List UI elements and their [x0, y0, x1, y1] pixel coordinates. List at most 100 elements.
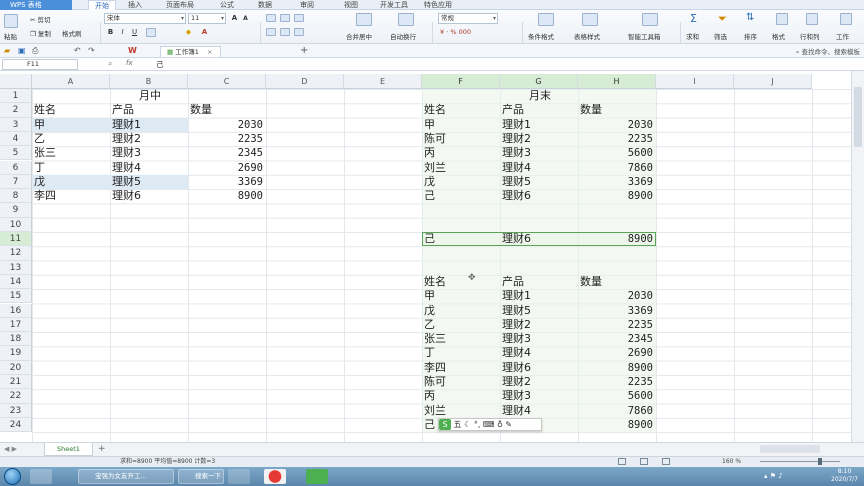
table-cell[interactable]: 8900	[580, 189, 656, 203]
menu-tab-6[interactable]: 视图	[344, 0, 358, 10]
taskbar-item-search[interactable]: 搜索一下	[178, 469, 224, 484]
table-cell[interactable]: 2690	[580, 346, 656, 360]
page-break-icon[interactable]	[662, 458, 670, 465]
wps-taskbar-icon[interactable]	[306, 469, 328, 484]
print-icon[interactable]: ⎙	[32, 46, 38, 56]
format-button[interactable]: 格式	[772, 31, 785, 41]
align-right-icon[interactable]	[294, 28, 304, 36]
table-cell[interactable]: 2235	[190, 132, 266, 146]
search-input[interactable]: 查找命令、搜索模板	[802, 48, 861, 56]
cut-button[interactable]: ✂ 剪切	[30, 14, 51, 24]
select-all-corner[interactable]	[0, 74, 32, 89]
smart-toolbox-icon[interactable]	[642, 13, 658, 26]
moon-icon[interactable]: ☾	[464, 420, 471, 429]
table-cell[interactable]: 陈可	[424, 375, 500, 389]
table-cell[interactable]: 丙	[424, 389, 500, 403]
table-cell[interactable]: 2690	[190, 161, 266, 175]
table-cell[interactable]: 3369	[190, 175, 266, 189]
row-header-13[interactable]: 13	[0, 260, 32, 275]
format-painter-button[interactable]: 格式刷	[62, 28, 82, 38]
workbook-tab[interactable]: ▦ 工作簿1 ×	[160, 46, 222, 57]
keyboard-icon[interactable]: ⌨	[483, 420, 495, 429]
menu-tab-5[interactable]: 审阅	[300, 0, 314, 10]
punctuation-icon[interactable]: °,	[474, 420, 481, 429]
table-cell[interactable]: 2030	[190, 118, 266, 132]
row-header-19[interactable]: 19	[0, 346, 32, 361]
table-cell[interactable]: 丙	[424, 146, 500, 160]
table-title[interactable]: 月末	[502, 89, 578, 103]
column-label[interactable]: 姓名	[424, 103, 500, 117]
filter-icon[interactable]: ⏷	[718, 12, 727, 26]
table-cell[interactable]: 理财2	[502, 132, 578, 146]
microphone-icon[interactable]: ♁	[497, 420, 503, 429]
row-header-9[interactable]: 9	[0, 203, 32, 218]
table-cell[interactable]: 乙	[424, 318, 500, 332]
column-label[interactable]: 姓名	[34, 103, 110, 117]
row-header-1[interactable]: 1	[0, 89, 32, 104]
menu-tab-3[interactable]: 公式	[220, 0, 234, 10]
table-cell[interactable]: 理财4	[112, 161, 188, 175]
zoom-slider-handle[interactable]	[818, 458, 822, 465]
row-header-22[interactable]: 22	[0, 389, 32, 404]
table-cell[interactable]: 戊	[424, 175, 500, 189]
column-label[interactable]: 姓名	[424, 275, 500, 289]
column-label[interactable]: 产品	[502, 275, 578, 289]
record-taskbar-icon[interactable]	[264, 469, 286, 484]
table-style-button[interactable]: 表格样式	[574, 31, 600, 41]
page-layout-icon[interactable]	[640, 458, 648, 465]
font-size-select[interactable]: 11	[188, 13, 226, 24]
row-header-23[interactable]: 23	[0, 403, 32, 418]
wps-app-menu-button[interactable]: WPS 表格	[0, 0, 72, 10]
align-middle-icon[interactable]	[280, 14, 290, 22]
table-cell[interactable]: 理财6	[502, 361, 578, 375]
border-icon[interactable]	[146, 28, 156, 37]
zoom-search-icon[interactable]: ⌕	[108, 59, 112, 69]
table-cell[interactable]: 理财3	[502, 389, 578, 403]
column-header-h[interactable]: H	[578, 74, 656, 89]
row-header-3[interactable]: 3	[0, 117, 32, 132]
row-header-24[interactable]: 24	[0, 417, 32, 433]
table-cell[interactable]: 2030	[580, 289, 656, 303]
merge-center-icon[interactable]	[356, 13, 372, 26]
column-label[interactable]: 数量	[580, 275, 656, 289]
column-label[interactable]: 数量	[580, 103, 656, 117]
table-cell[interactable]: 2030	[580, 118, 656, 132]
underline-button[interactable]: U	[130, 28, 139, 37]
scrollbar-thumb[interactable]	[854, 87, 862, 147]
table-cell[interactable]: 刘兰	[424, 161, 500, 175]
start-button[interactable]	[4, 468, 21, 485]
table-cell[interactable]: 3369	[580, 304, 656, 318]
table-cell[interactable]: 5600	[580, 146, 656, 160]
number-format-select[interactable]: 常规	[438, 13, 498, 24]
table-cell[interactable]: 理财2	[502, 318, 578, 332]
table-cell[interactable]: 丁	[34, 161, 110, 175]
normal-view-icon[interactable]	[618, 458, 626, 465]
align-center-icon[interactable]	[280, 28, 290, 36]
column-header-f[interactable]: F	[422, 74, 500, 89]
table-cell[interactable]: 戊	[34, 175, 110, 189]
table-cell[interactable]: 理财4	[502, 161, 578, 175]
table-cell[interactable]: 理财5	[112, 175, 188, 189]
menu-tab-7[interactable]: 开发工具	[380, 0, 408, 10]
row-header-10[interactable]: 10	[0, 217, 32, 232]
table-cell[interactable]: 理财3	[502, 146, 578, 160]
app-taskbar-icon[interactable]	[228, 469, 250, 484]
table-cell[interactable]: 理财5	[502, 175, 578, 189]
sort-button[interactable]: 排序	[744, 31, 757, 41]
bold-button[interactable]: B	[106, 28, 115, 37]
row-header-7[interactable]: 7	[0, 174, 32, 190]
zoom-slider[interactable]	[760, 461, 840, 462]
shrink-font-button[interactable]: A	[241, 14, 250, 23]
table-cell[interactable]: 刘兰	[424, 404, 500, 418]
vertical-scrollbar[interactable]	[851, 71, 864, 442]
column-label[interactable]: 数量	[190, 103, 266, 117]
table-style-icon[interactable]	[582, 13, 598, 26]
paste-icon[interactable]	[4, 14, 18, 28]
table-cell[interactable]: 李四	[34, 189, 110, 203]
worksheet-button[interactable]: 工作	[836, 31, 849, 41]
table-cell[interactable]: 张三	[424, 332, 500, 346]
undo-icon[interactable]: ↶	[74, 46, 81, 55]
column-header-b[interactable]: B	[110, 74, 188, 89]
browser-taskbar-icon[interactable]	[30, 469, 52, 484]
wrench-icon[interactable]: ✎	[505, 420, 512, 429]
